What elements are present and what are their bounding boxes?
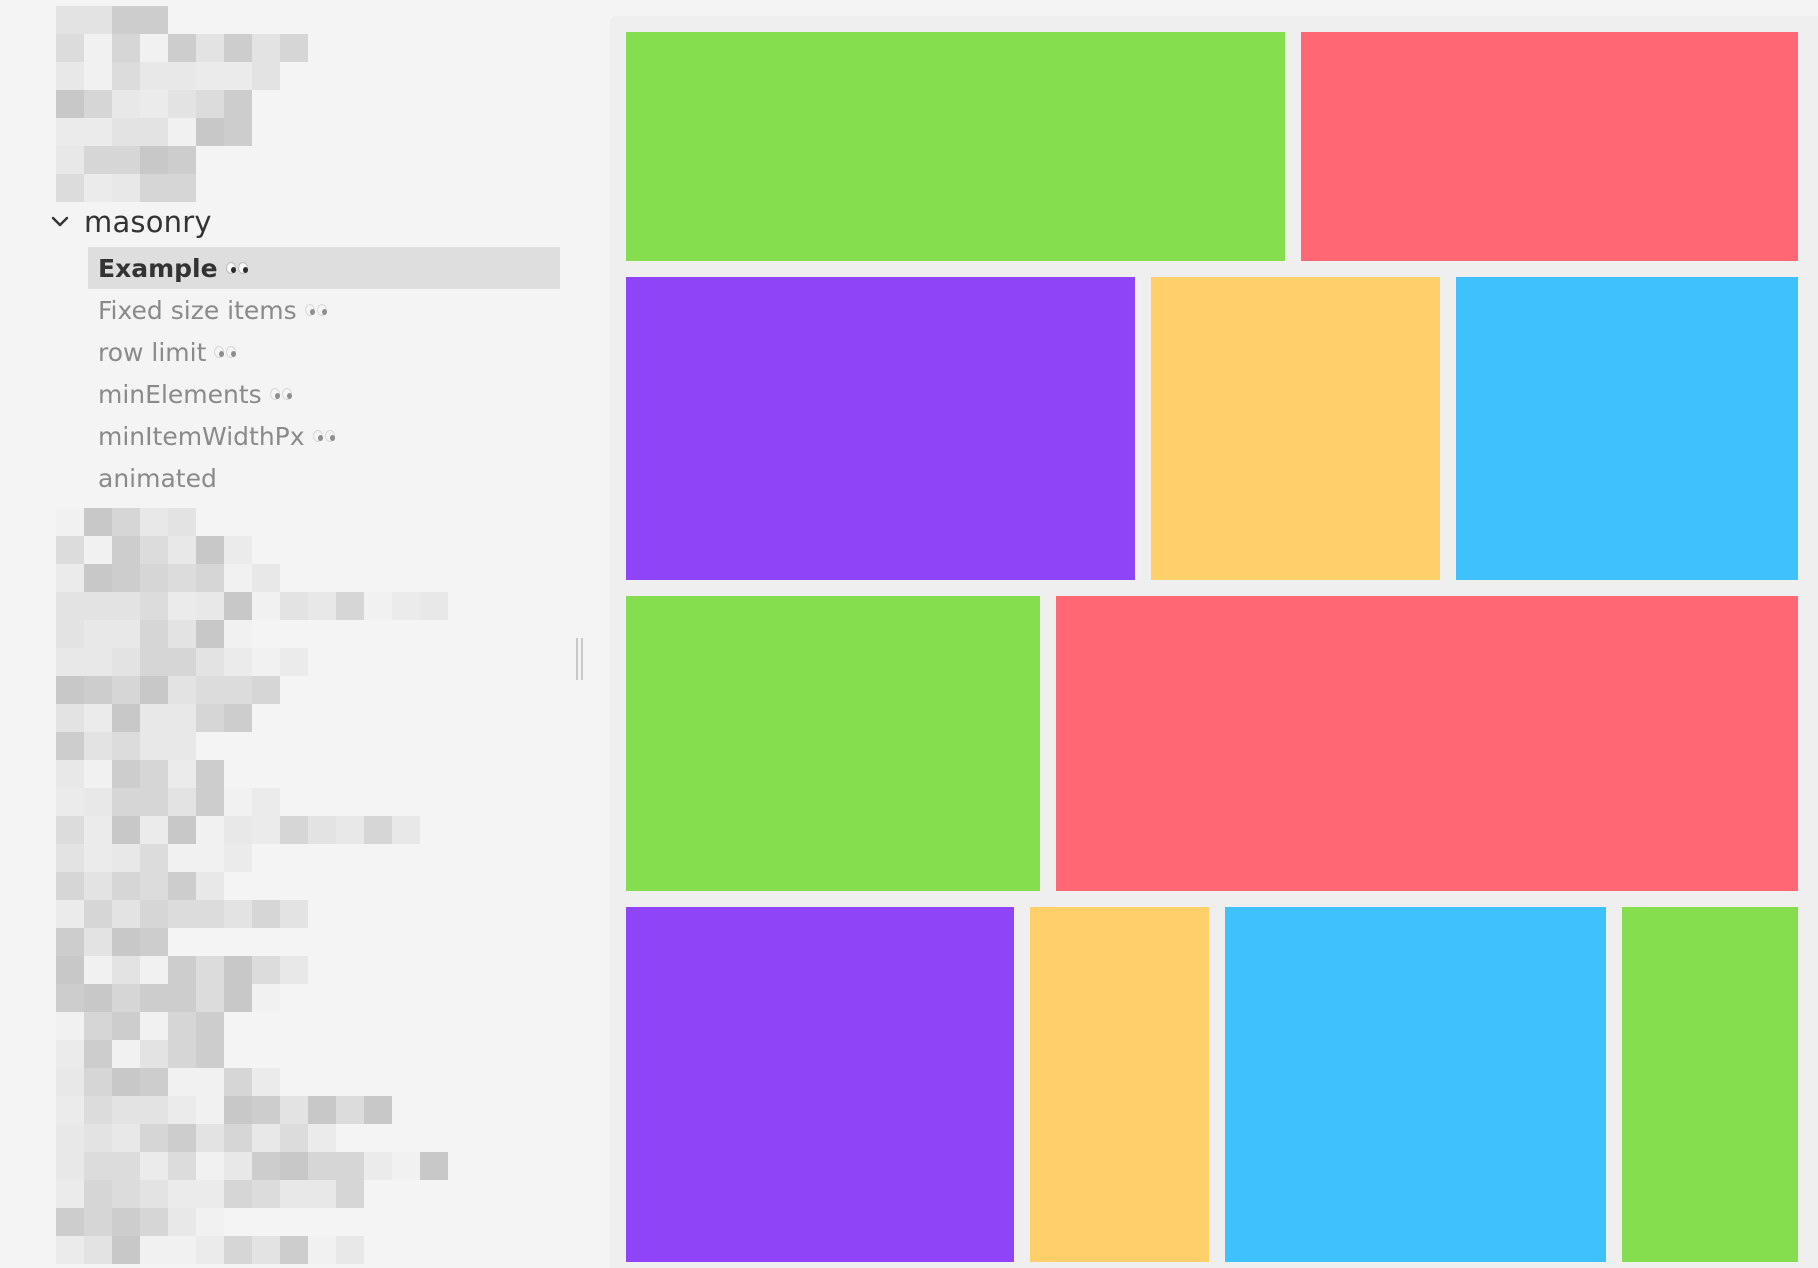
sidebar: masonry Example Fixed size items row limit… [0,0,594,1268]
story-label: Fixed size items [98,295,297,325]
story-item[interactable]: row limit [88,331,560,373]
story-label: animated [98,463,217,493]
masonry-preview [610,16,1818,1268]
preview-frame [594,0,1818,1268]
story-label: minElements [98,379,262,409]
eyes-icon [304,304,327,316]
eyes-icon [312,430,335,442]
masonry-tile-yellow [1030,907,1209,1262]
tree-group-label: masonry [84,205,212,239]
story-item[interactable]: minElements [88,373,560,415]
eyes-icon [214,346,237,358]
masonry-tile-green [1622,907,1798,1262]
masonry-tile-yellow [1151,277,1440,580]
story-list: Example Fixed size items row limit minEleme… [88,247,560,499]
story-label: Example [98,253,218,283]
masonry-tile-blue [1225,907,1606,1262]
story-label: row limit [98,337,207,367]
chevron-down-icon[interactable] [50,212,70,232]
eyes-icon [225,262,248,274]
masonry-tile-purple [626,907,1014,1262]
masonry-tile-red [1056,596,1798,891]
masonry-tile-purple [626,277,1135,580]
eyes-icon [269,388,292,400]
story-label: minItemWidthPx [98,421,305,451]
masonry-tile-green [626,32,1285,261]
story-item[interactable]: Fixed size items [88,289,560,331]
masonry-tile-red [1301,32,1798,261]
tree-group-masonry[interactable]: masonry [50,200,212,244]
story-item[interactable]: Example [88,247,560,289]
story-item[interactable]: animated [88,457,560,499]
sidebar-resize-handle[interactable] [576,638,584,680]
story-item[interactable]: minItemWidthPx [88,415,560,457]
masonry-tile-green [626,596,1040,891]
masonry-tile-blue [1456,277,1798,580]
